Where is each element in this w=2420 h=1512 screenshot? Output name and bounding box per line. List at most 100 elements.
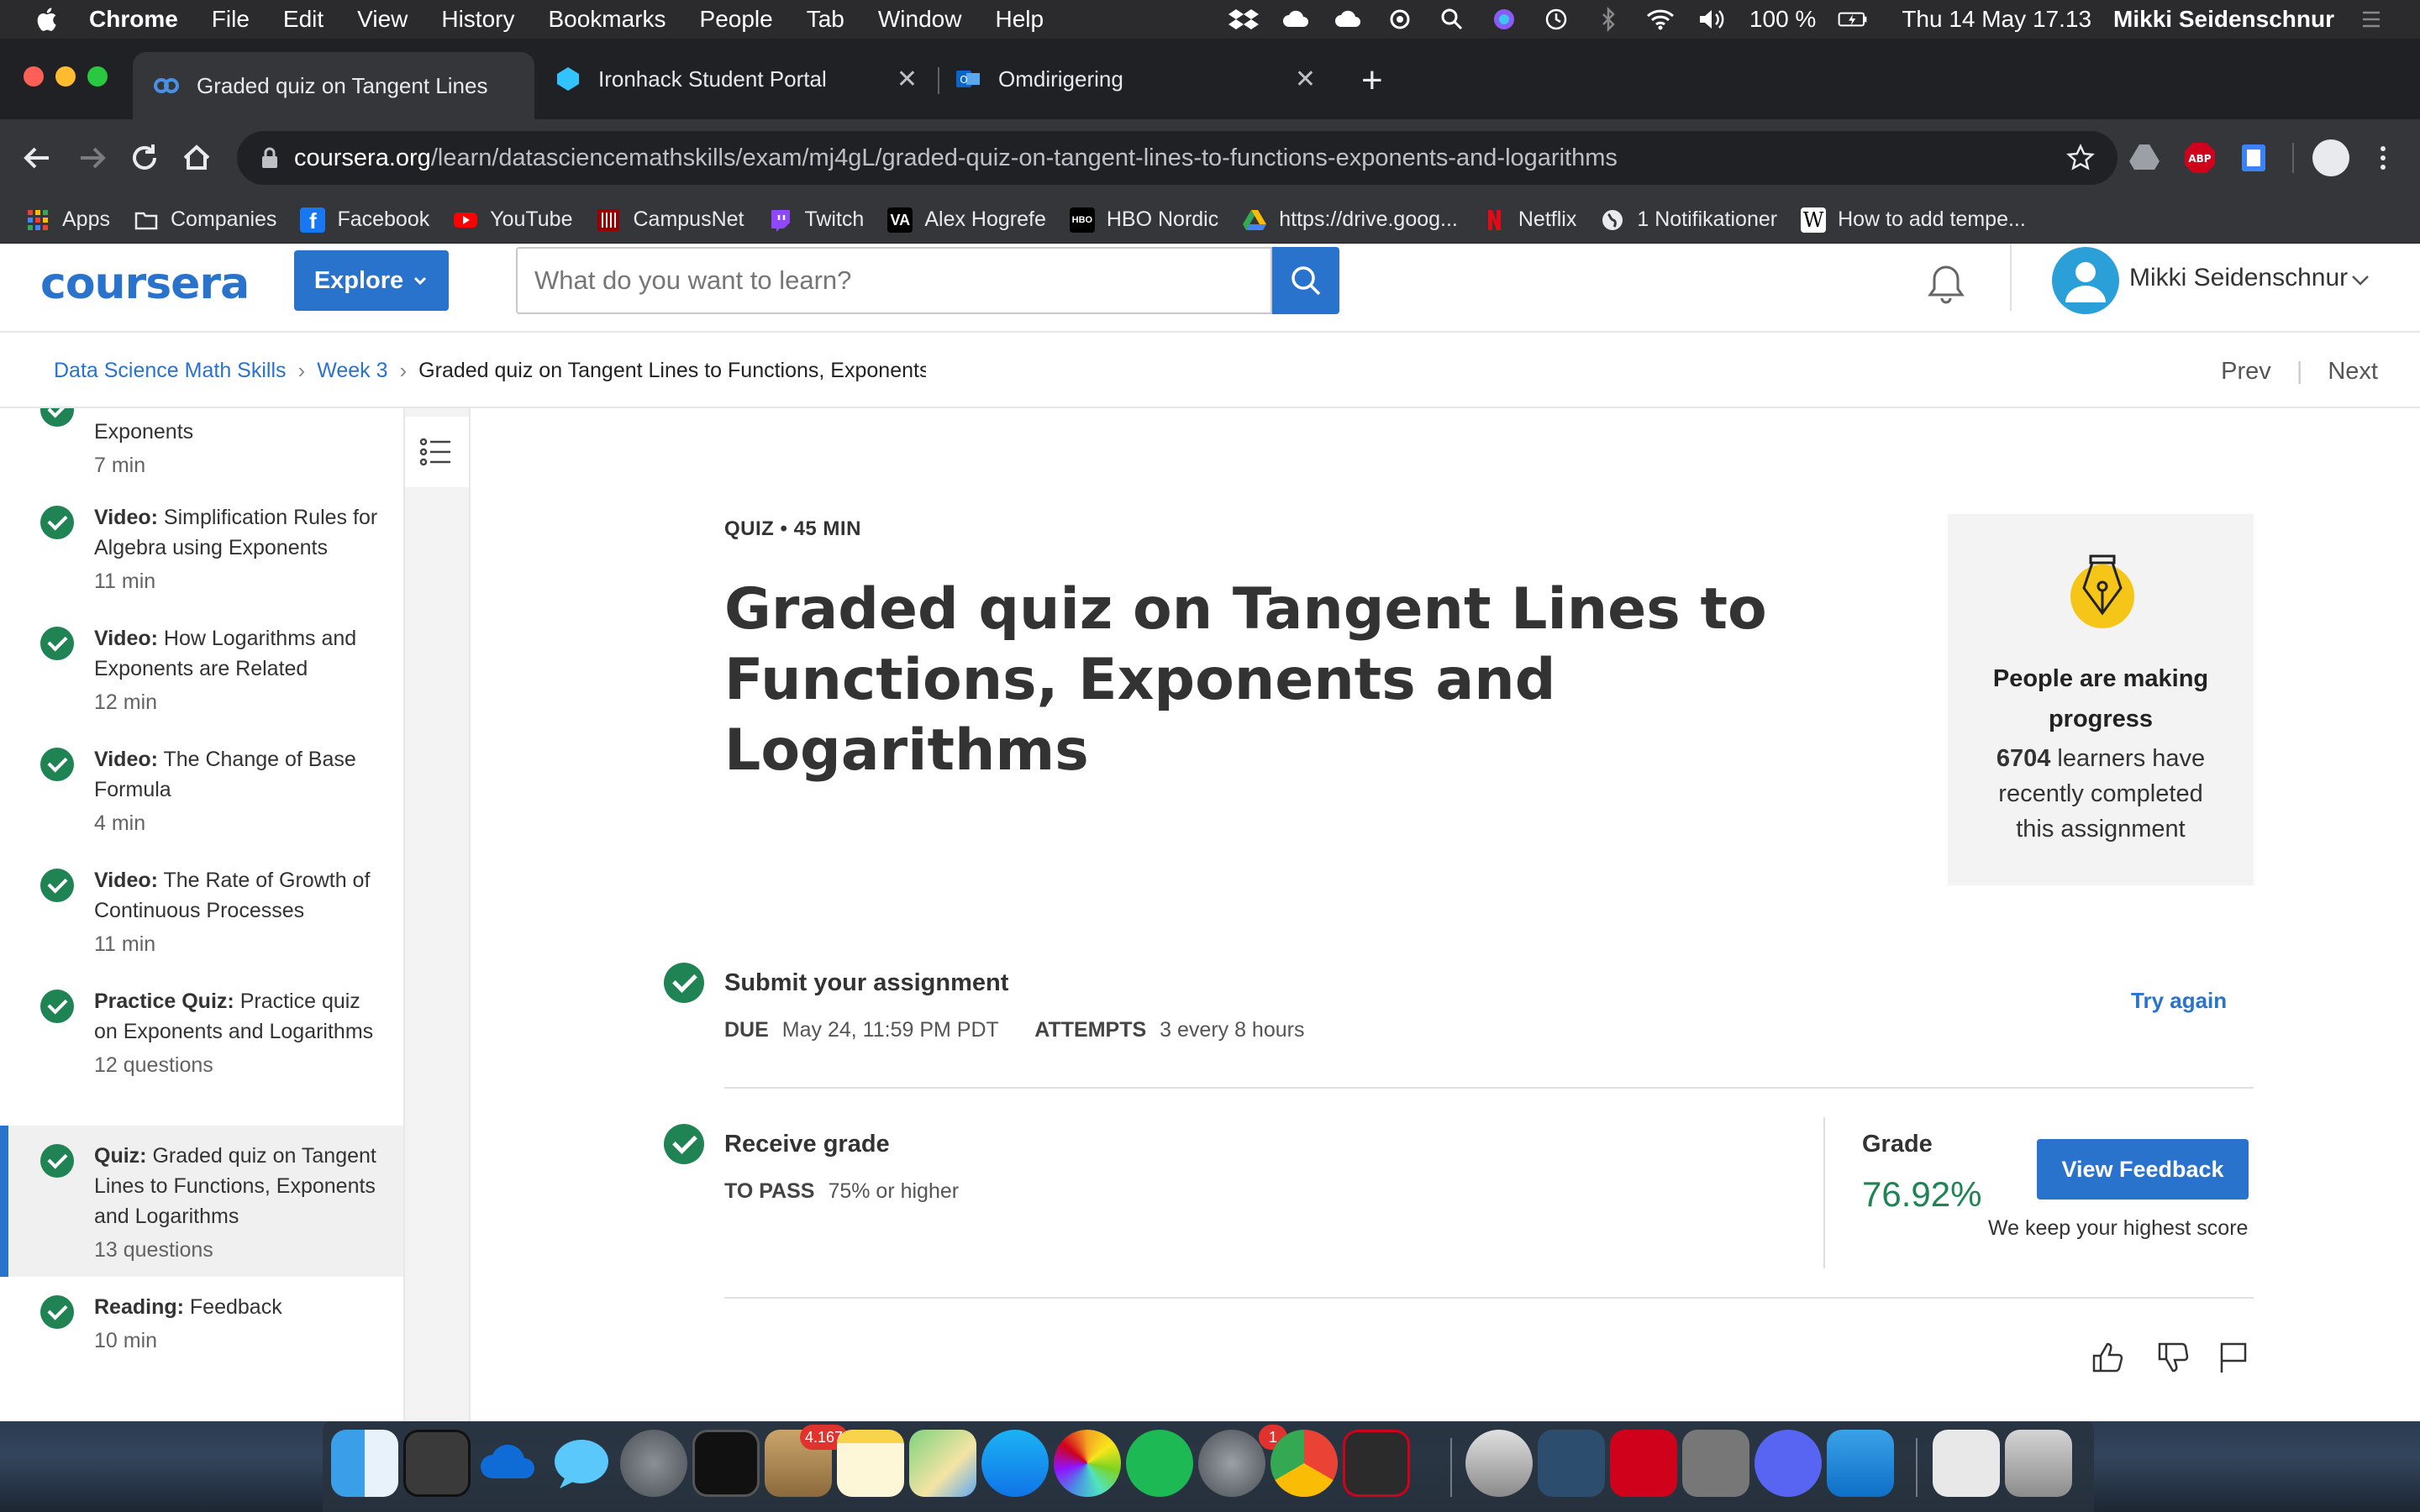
menu-app-name[interactable]: Chrome: [89, 6, 178, 33]
search-button[interactable]: [1272, 247, 1339, 314]
menu-view[interactable]: View: [357, 6, 408, 33]
menu-bookmarks[interactable]: Bookmarks: [548, 6, 666, 33]
explore-button[interactable]: Explore: [294, 250, 449, 311]
bookmark-star-icon[interactable]: [2065, 143, 2096, 173]
lock-icon[interactable]: [260, 146, 279, 170]
cloud-icon[interactable]: [1281, 7, 1311, 32]
chrome-icon[interactable]: [1270, 1430, 1338, 1497]
bookmark-wikipedia[interactable]: W How to add tempe...: [1801, 207, 2026, 233]
notification-center-icon[interactable]: [2356, 7, 2386, 32]
breadcrumb-week-link[interactable]: Week 3: [317, 359, 387, 383]
avatar[interactable]: [2052, 247, 2119, 314]
finder-icon[interactable]: [331, 1430, 398, 1497]
sidebar-item[interactable]: Exponents 7 min: [0, 408, 403, 480]
acrobat-reader-icon[interactable]: [1610, 1430, 1677, 1497]
flag-icon[interactable]: [2215, 1339, 2252, 1376]
address-bar[interactable]: coursera.org/learn/datasciencemathskills…: [237, 131, 2118, 185]
system-preferences-icon[interactable]: [1198, 1430, 1265, 1497]
vscode-icon[interactable]: [1827, 1430, 1894, 1497]
bookmark-google-drive[interactable]: https://drive.goog...: [1242, 207, 1458, 233]
app-store-icon[interactable]: [981, 1430, 1049, 1497]
mysql-workbench-icon[interactable]: [1538, 1430, 1605, 1497]
menu-tab[interactable]: Tab: [807, 6, 844, 33]
apple-icon[interactable]: [34, 5, 62, 34]
menu-people[interactable]: People: [700, 6, 773, 33]
back-arrow-icon[interactable]: [17, 138, 57, 178]
toggle-outline-button[interactable]: [405, 417, 469, 487]
spotify-icon[interactable]: [1126, 1430, 1193, 1497]
acrobat-icon[interactable]: [1343, 1430, 1410, 1497]
close-tab-icon[interactable]: ✕: [1295, 65, 1316, 94]
siri-icon[interactable]: [1489, 7, 1519, 32]
sidebar-item[interactable]: Reading: Feedback 10 min: [0, 1292, 403, 1356]
wifi-icon[interactable]: [1645, 7, 1676, 32]
sidebar-item[interactable]: Video: The Rate of Growth of Continuous …: [0, 865, 403, 959]
menu-history[interactable]: History: [441, 6, 514, 33]
time-machine-icon[interactable]: [1541, 7, 1571, 32]
menu-edit[interactable]: Edit: [283, 6, 324, 33]
close-window-button[interactable]: [24, 66, 44, 87]
tab-coursera[interactable]: Graded quiz on Tangent Lines t: [133, 52, 534, 119]
view-feedback-button[interactable]: View Feedback: [2037, 1139, 2249, 1200]
chrome-menu-icon[interactable]: [2365, 139, 2402, 176]
home-icon[interactable]: [176, 138, 217, 178]
menu-window[interactable]: Window: [878, 6, 962, 33]
minimize-window-button[interactable]: [55, 66, 76, 87]
volume-icon[interactable]: [1697, 7, 1728, 32]
bookmark-facebook[interactable]: f Facebook: [300, 207, 429, 234]
activity-monitor-icon[interactable]: [692, 1430, 760, 1497]
thumbs-down-icon[interactable]: [2154, 1339, 2191, 1376]
sequel-pro-icon[interactable]: [1465, 1430, 1533, 1497]
new-tab-button[interactable]: +: [1361, 62, 1383, 99]
photos-icon[interactable]: [1054, 1430, 1121, 1497]
bookmark-twitch[interactable]: Twitch: [767, 207, 864, 233]
bookmark-campusnet[interactable]: CampusNet: [596, 207, 744, 233]
messages-icon[interactable]: [548, 1430, 615, 1497]
notes-icon[interactable]: [837, 1430, 904, 1497]
prev-button[interactable]: Prev: [2221, 358, 2271, 386]
bookmark-apps[interactable]: Apps: [25, 207, 110, 233]
menubar-user[interactable]: Mikki Seidenschnur: [2113, 6, 2334, 33]
reader-extension-icon[interactable]: [2235, 139, 2272, 176]
chevron-down-icon[interactable]: [2349, 269, 2371, 291]
tab-omdirigering[interactable]: O Omdirigering ✕: [934, 52, 1336, 106]
try-again-link[interactable]: Try again: [2131, 988, 2227, 1014]
thumbs-up-icon[interactable]: [2089, 1339, 2126, 1376]
bookmark-youtube[interactable]: YouTube: [453, 207, 572, 233]
launchpad-icon[interactable]: [620, 1430, 687, 1497]
reload-icon[interactable]: [124, 138, 165, 178]
bookmark-alex-hogrefe[interactable]: VA Alex Hogrefe: [887, 207, 1046, 233]
photo-booth-icon[interactable]: [403, 1430, 471, 1497]
trash-icon[interactable]: [2005, 1430, 2072, 1497]
breadcrumb-course-link[interactable]: Data Science Math Skills: [54, 359, 287, 383]
forward-arrow-icon[interactable]: [72, 138, 113, 178]
sidebar-item[interactable]: Video: How Logarithms and Exponents are …: [0, 623, 403, 717]
sidebar-item[interactable]: Video: The Change of Base Formula 4 min: [0, 744, 403, 838]
menu-file[interactable]: File: [212, 6, 250, 33]
next-button[interactable]: Next: [2328, 358, 2378, 386]
user-name[interactable]: Mikki Seidenschnur: [2129, 264, 2348, 292]
bluetooth-icon[interactable]: [1593, 7, 1623, 32]
tab-ironhack[interactable]: Ironhack Student Portal ✕: [534, 52, 938, 106]
bookmark-notifikationer[interactable]: 1 Notifikationer: [1600, 207, 1777, 233]
profile-avatar-icon[interactable]: [2312, 139, 2349, 176]
bookmark-companies[interactable]: Companies: [134, 207, 276, 233]
bookmark-netflix[interactable]: Netflix: [1481, 207, 1576, 233]
steelseries-icon[interactable]: [1385, 7, 1415, 32]
onedrive-icon[interactable]: [476, 1430, 543, 1497]
discord-icon[interactable]: [1754, 1430, 1822, 1497]
calculator-icon[interactable]: [1682, 1430, 1749, 1497]
sidebar-item[interactable]: Practice Quiz: Practice quiz on Exponent…: [0, 986, 403, 1080]
sidebar-item[interactable]: Video: Simplification Rules for Algebra …: [0, 502, 403, 596]
sidebar-item-current[interactable]: Quiz: Graded quiz on Tangent Lines to Fu…: [0, 1126, 403, 1277]
coursera-logo[interactable]: coursera: [40, 259, 250, 309]
spotlight-search-icon[interactable]: [1437, 7, 1467, 32]
maximize-window-button[interactable]: [87, 66, 108, 87]
google-drive-extension-icon[interactable]: [2126, 139, 2163, 176]
notification-bell-icon[interactable]: [1926, 262, 1966, 306]
battery-icon[interactable]: [1838, 7, 1868, 32]
bookmark-hbo-nordic[interactable]: HBO HBO Nordic: [1069, 207, 1218, 233]
downloads-folder-icon[interactable]: [1933, 1430, 2000, 1497]
close-tab-icon[interactable]: ✕: [897, 65, 918, 94]
menu-help[interactable]: Help: [995, 6, 1044, 33]
